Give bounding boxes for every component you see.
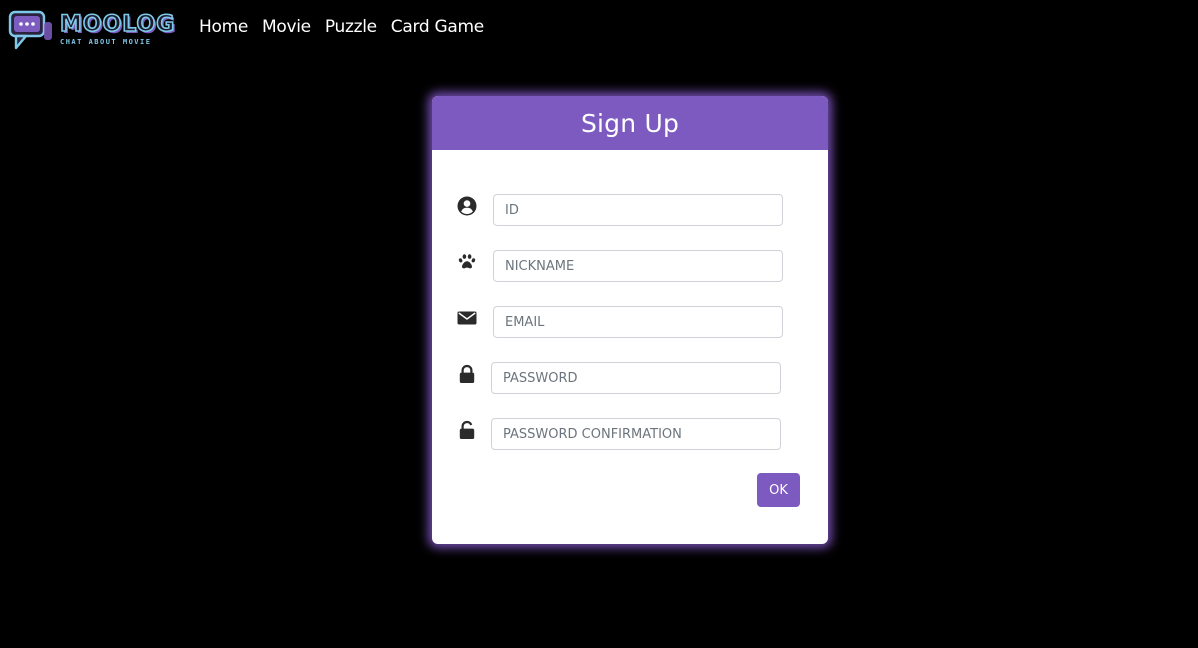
nickname-input[interactable]: [493, 250, 783, 282]
nav-links: Home Movie Puzzle Card Game: [199, 17, 498, 37]
chat-bubble-logo-icon: [8, 10, 52, 50]
signup-title: Sign Up: [580, 108, 680, 138]
password-row: [456, 362, 781, 394]
password-input[interactable]: [491, 362, 781, 394]
brand-text: MOOLOG CHAT ABOUT MOVIE: [59, 12, 176, 46]
nav-movie[interactable]: Movie: [262, 17, 311, 37]
nav-home[interactable]: Home: [199, 17, 248, 37]
id-input[interactable]: [493, 194, 783, 226]
email-row: [456, 306, 783, 338]
brand-name: MOOLOG: [59, 12, 176, 37]
nav-puzzle[interactable]: Puzzle: [325, 17, 377, 37]
brand-logo[interactable]: MOOLOG CHAT ABOUT MOVIE: [8, 6, 186, 54]
unlock-icon: [456, 419, 478, 441]
page: MOOLOG CHAT ABOUT MOVIE Home Movie Puzzl…: [0, 0, 1198, 648]
navbar: MOOLOG CHAT ABOUT MOVIE Home Movie Puzzl…: [8, 6, 498, 54]
nickname-row: [456, 250, 783, 282]
password-confirmation-row: [456, 418, 781, 450]
lock-icon: [456, 363, 478, 385]
nav-card-game[interactable]: Card Game: [391, 17, 484, 37]
ok-button[interactable]: OK: [757, 473, 800, 507]
brand-tagline: CHAT ABOUT MOVIE: [60, 38, 152, 46]
envelope-icon: [456, 307, 478, 329]
id-row: [456, 194, 783, 226]
password-confirmation-input[interactable]: [491, 418, 781, 450]
paw-icon: [456, 251, 478, 273]
signup-card: Sign Up ID NICKNAME EMAIL OK: [432, 96, 828, 544]
user-circle-icon: [456, 195, 478, 217]
email-input[interactable]: [493, 306, 783, 338]
signup-header: Sign Up: [432, 96, 828, 150]
